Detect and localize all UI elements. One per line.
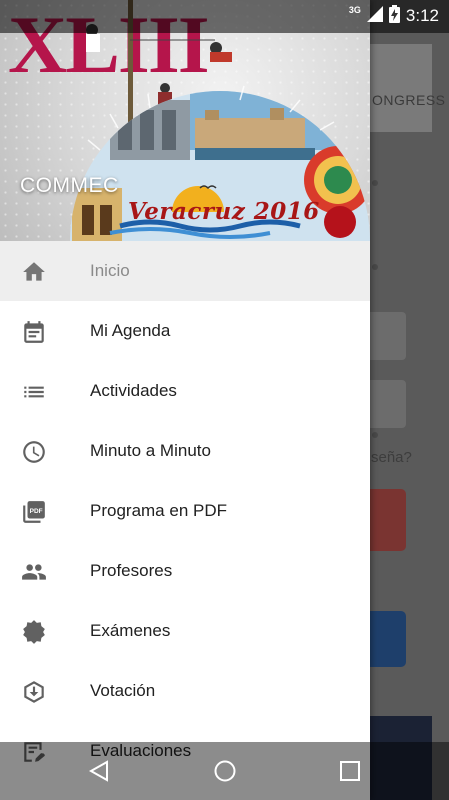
people-icon xyxy=(21,559,47,585)
menu-item-label: Mi Agenda xyxy=(90,321,171,340)
background-header xyxy=(370,44,432,132)
home-icon xyxy=(21,259,47,285)
background-facebook-button xyxy=(370,611,406,667)
home-button[interactable] xyxy=(210,756,240,786)
battery-icon xyxy=(388,5,400,27)
drawer-header-banner: XLIII COMMEC Veracruz 2016 xyxy=(0,0,370,241)
network-type-label: 3G xyxy=(348,5,361,15)
vote-icon xyxy=(21,679,47,705)
menu-item-inicio[interactable]: Inicio xyxy=(0,241,370,301)
menu-item-actividades[interactable]: Actividades xyxy=(0,361,370,421)
menu-item-label: Votación xyxy=(90,681,156,700)
background-username-field xyxy=(370,312,406,360)
menu-item-examenes[interactable]: Exámenes xyxy=(0,601,370,661)
background-login-button xyxy=(370,489,406,551)
back-button[interactable] xyxy=(84,756,114,786)
background-header-title: ONGRESS xyxy=(372,92,446,108)
recents-button[interactable] xyxy=(335,756,365,786)
menu-item-votacion[interactable]: Votación xyxy=(0,661,370,721)
recents-icon xyxy=(340,761,360,781)
pdf-icon: PDF xyxy=(21,499,47,525)
badge-icon xyxy=(21,619,47,645)
menu-item-label: Exámenes xyxy=(90,621,171,640)
menu-item-label: Inicio xyxy=(90,261,130,280)
menu-item-mi-agenda[interactable]: Mi Agenda xyxy=(0,301,370,361)
drawer-menu: Inicio Mi Agenda Actividades Minuto a Mi… xyxy=(0,241,370,781)
background-dot xyxy=(372,264,378,270)
menu-item-profesores[interactable]: Profesores xyxy=(0,541,370,601)
signal-icon xyxy=(366,6,383,26)
svg-text:PDF: PDF xyxy=(30,508,43,515)
navigation-drawer: XLIII COMMEC Veracruz 2016 Inicio Mi Age… xyxy=(0,0,370,800)
organization-name: COMMEC xyxy=(20,174,119,197)
home-circle-icon xyxy=(214,760,236,782)
list-icon xyxy=(21,379,47,405)
back-icon xyxy=(88,760,108,782)
background-forgot-password-link: seña? xyxy=(371,449,412,466)
event-caption: Veracruz 2016 xyxy=(128,198,320,225)
background-password-field xyxy=(370,380,406,428)
menu-item-programa-pdf[interactable]: PDF Programa en PDF xyxy=(0,481,370,541)
agenda-icon xyxy=(21,319,47,345)
menu-item-minuto-a-minuto[interactable]: Minuto a Minuto xyxy=(0,421,370,481)
background-dot xyxy=(372,432,378,438)
clock-time: 3:12 xyxy=(405,6,439,25)
system-navigation-bar xyxy=(0,742,449,800)
clock-icon xyxy=(21,439,47,465)
status-bar: 3G 3:12 xyxy=(0,0,449,33)
menu-item-label: Profesores xyxy=(90,561,173,580)
menu-item-label: Minuto a Minuto xyxy=(90,441,211,460)
background-dot xyxy=(372,180,378,186)
menu-item-label: Actividades xyxy=(90,381,177,400)
menu-item-label: Programa en PDF xyxy=(90,501,227,520)
